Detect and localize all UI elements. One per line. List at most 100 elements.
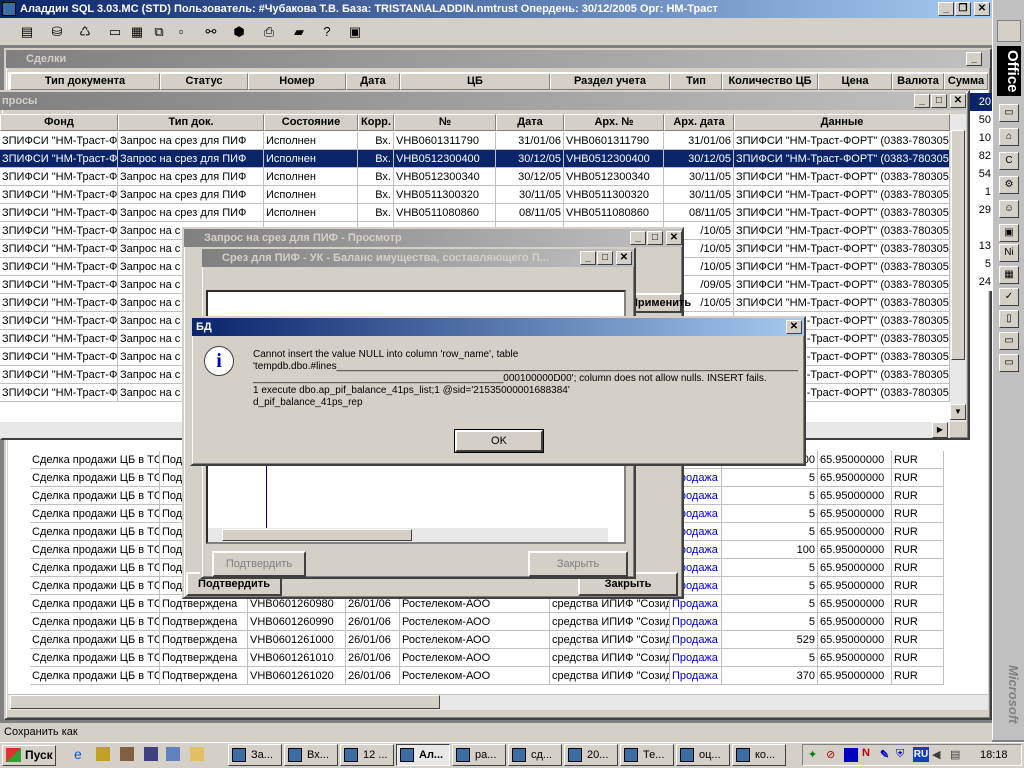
folder-shortcut-icon[interactable]: ▭: [999, 332, 1019, 350]
folder2-icon[interactable]: ▭: [999, 354, 1019, 372]
deals-column-header[interactable]: Количество ЦБ: [722, 73, 818, 90]
inner-close-button[interactable]: ✕: [616, 251, 632, 265]
ie-icon[interactable]: e: [74, 746, 88, 762]
view-minimize-button[interactable]: _: [630, 231, 646, 245]
taskbar-button[interactable]: Ал...: [396, 744, 450, 766]
table-row[interactable]: ЗПИФСИ "НМ-Траст-Ф Запрос на срез для ПИФ…: [0, 186, 950, 204]
deals-column-header[interactable]: Цена: [818, 73, 892, 90]
quick-icon-4[interactable]: [166, 747, 180, 761]
table-row[interactable]: Сделка продажи ЦБ в ТС Подтверждена VHB060…: [30, 667, 992, 685]
requests-column-header[interactable]: №: [394, 114, 496, 131]
deals-hscroll-thumb[interactable]: [10, 695, 440, 709]
note-icon[interactable]: ▭: [999, 104, 1019, 122]
person-icon[interactable]: ☺: [999, 200, 1019, 218]
tray-volume-icon[interactable]: ◀: [932, 748, 946, 762]
deals-column-header[interactable]: Статус: [160, 73, 248, 90]
folder-icon[interactable]: ▰: [288, 21, 310, 43]
deals-column-header[interactable]: Дата: [346, 73, 400, 90]
table-row[interactable]: ЗПИФСИ "НМ-Траст-Ф Запрос на срез для ПИФ…: [0, 132, 950, 150]
explorer-icon[interactable]: ⌂: [999, 128, 1019, 146]
table-row[interactable]: Сделка продажи ЦБ в ТС Подтверждена VHB060…: [30, 613, 992, 631]
deals-column-header[interactable]: Раздел учета: [550, 73, 670, 90]
table-row[interactable]: Сделка продажи ЦБ в ТС Подтверждена VHB060…: [30, 631, 992, 649]
quick-icon-2[interactable]: [120, 747, 134, 761]
table-row[interactable]: Сделка продажи ЦБ в ТС Подтверждена VHB060…: [30, 649, 992, 667]
language-indicator[interactable]: RU: [913, 747, 929, 762]
requests-column-header[interactable]: Корр.: [358, 114, 394, 131]
scroll-right-icon[interactable]: ▶: [932, 422, 948, 438]
inner-minimize-button[interactable]: _: [580, 251, 596, 265]
requests-column-header[interactable]: Фонд: [0, 114, 118, 131]
table-row[interactable]: ЗПИФСИ "НМ-Траст-Ф Запрос на срез для ПИФ…: [0, 150, 950, 168]
requests-column-header[interactable]: Состояние: [264, 114, 358, 131]
tray-pencil-icon[interactable]: ✎: [880, 748, 894, 762]
inner-hscroll-thumb[interactable]: [222, 529, 412, 541]
office-logo-icon[interactable]: [997, 20, 1021, 42]
refresh-icon[interactable]: ♺: [74, 21, 96, 43]
cascade-icon[interactable]: ⧉: [148, 21, 170, 43]
scroll-down-icon[interactable]: ▼: [950, 404, 966, 420]
requests-column-header[interactable]: Дата: [496, 114, 564, 131]
taskbar-button[interactable]: Те...: [620, 744, 674, 766]
apply-button[interactable]: Применить: [628, 293, 691, 313]
clock[interactable]: 18:18: [980, 749, 1008, 761]
tray-network-icon[interactable]: ▤: [950, 748, 964, 762]
tray-shield-icon[interactable]: ⛨: [896, 748, 910, 762]
requests-column-header[interactable]: Арх. №: [564, 114, 664, 131]
minimize-button[interactable]: _: [938, 2, 954, 16]
quick-icon-3[interactable]: [144, 747, 158, 761]
close-button[interactable]: ✕: [974, 2, 990, 16]
arrange-icon[interactable]: ▫: [170, 21, 192, 43]
taskbar-button[interactable]: ко...: [732, 744, 786, 766]
db-icon[interactable]: ⛁: [46, 21, 68, 43]
stop-icon[interactable]: ⬢: [228, 21, 250, 43]
tray-icon-2[interactable]: ⊘: [826, 748, 840, 762]
binoculars-icon[interactable]: ⚯: [200, 21, 222, 43]
network-icon[interactable]: ⚙: [999, 176, 1019, 194]
deals-column-header[interactable]: Тип: [670, 73, 722, 90]
report-icon[interactable]: ▤: [16, 21, 38, 43]
taskbar-button[interactable]: 12 ...: [340, 744, 394, 766]
tray-icon-3[interactable]: [844, 748, 858, 762]
deals-minimize-button[interactable]: _: [966, 52, 982, 66]
taskbar-button[interactable]: ра...: [452, 744, 506, 766]
requests-column-header[interactable]: Тип док.: [118, 114, 264, 131]
inner-confirm-button[interactable]: Подтвердить: [212, 551, 306, 577]
ok-button[interactable]: OK: [454, 429, 544, 453]
deals-column-header[interactable]: Тип документа: [10, 73, 160, 90]
ni-icon[interactable]: Ni: [999, 244, 1019, 262]
taskbar-button[interactable]: сд...: [508, 744, 562, 766]
tray-n-icon[interactable]: N: [862, 747, 876, 761]
doc-icon[interactable]: ▯: [999, 310, 1019, 328]
print-icon[interactable]: ⎙: [258, 21, 280, 43]
taskbar-button[interactable]: За...: [228, 744, 282, 766]
requests-column-header[interactable]: Данные: [734, 114, 950, 131]
maximize-button[interactable]: ❐: [955, 2, 971, 16]
view-maximize-button[interactable]: □: [647, 231, 663, 245]
tile-icon[interactable]: ▦: [126, 21, 148, 43]
calc-icon[interactable]: ▦: [999, 266, 1019, 284]
requests-maximize-button[interactable]: □: [931, 94, 947, 108]
requests-column-header[interactable]: Арх. дата: [664, 114, 734, 131]
view-close-button[interactable]: ✕: [666, 231, 682, 245]
taskbar-button[interactable]: оц...: [676, 744, 730, 766]
requests-close-button[interactable]: ✕: [950, 94, 966, 108]
deals-column-header[interactable]: Сумма: [944, 73, 988, 90]
tray-icon-1[interactable]: ✦: [808, 748, 822, 762]
inner-close-action-button[interactable]: Закрыть: [528, 551, 628, 577]
deals-column-header[interactable]: ЦБ: [400, 73, 550, 90]
tool-icon[interactable]: ▣: [344, 21, 366, 43]
table-row[interactable]: ЗПИФСИ "НМ-Траст-Ф Запрос на срез для ПИФ…: [0, 204, 950, 222]
app-quick-icon[interactable]: [96, 747, 110, 761]
deals-column-header[interactable]: Номер: [248, 73, 346, 90]
requests-vscroll-thumb[interactable]: [951, 130, 965, 360]
console-icon[interactable]: C: [999, 152, 1019, 170]
taskbar-button[interactable]: 20...: [564, 744, 618, 766]
control-icon[interactable]: ▣: [999, 224, 1019, 242]
taskbar-button[interactable]: Вх...: [284, 744, 338, 766]
window-icon[interactable]: ▭: [104, 21, 126, 43]
help-icon[interactable]: ?: [316, 21, 338, 43]
table-row[interactable]: ЗПИФСИ "НМ-Траст-Ф Запрос на срез для ПИФ…: [0, 168, 950, 186]
deals-column-header[interactable]: Валюта: [892, 73, 944, 90]
start-button[interactable]: Пуск: [2, 745, 56, 766]
